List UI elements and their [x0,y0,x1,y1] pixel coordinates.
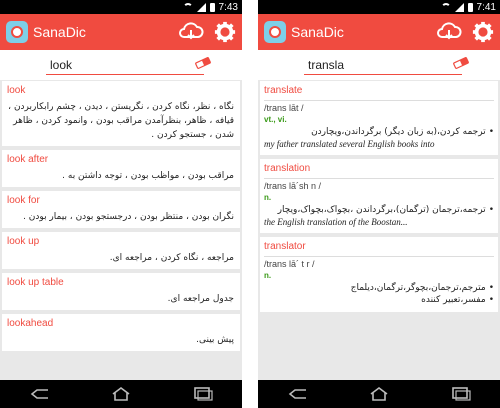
list-item[interactable]: lookahead پیش بینی. [2,314,240,351]
bullet-icon: • [488,205,494,215]
entry-translation: نگاه ، نظر، نگاه کردن ، نگریستن ، دیدن ،… [8,102,234,140]
entry-translation: نگران بودن ، منتظر بودن ، درجستجو بودن ،… [23,212,234,222]
list-item[interactable]: translate /trans lāt / vt., vi. ترجمه کر… [260,81,498,155]
wifi-icon [440,3,451,11]
results-list[interactable]: look نگاه ، نظر، نگاه کردن ، نگریستن ، د… [0,80,242,380]
entry-translation: مراقب بودن ، مواظب بودن ، توجه داشتن به … [62,171,234,181]
search-input[interactable] [304,55,462,75]
entry-part-of-speech: n. [264,193,272,202]
meaning-row: مفسر،تعبیر کننده • [264,294,494,306]
home-icon[interactable] [367,387,391,401]
entry-translation: جدول مراجعه ای. [167,294,234,304]
entry-example: the English translation of the Boostan..… [264,217,408,227]
search-bar [258,50,500,80]
meaning-row: مترجم،ترجمان،بچوگر،ترگمان،دیلماج • [264,282,494,294]
entry-part-of-speech: vt., vi. [264,115,287,124]
cloud-download-icon[interactable] [436,21,462,43]
entry-word: translator [264,241,306,252]
entry-meaning: ترجمه کردن،(به زبان دیگر) برگرداندن،ویچا… [311,127,486,137]
status-time: 7:43 [218,1,238,13]
entry-part-of-speech: n. [264,271,272,280]
status-bar: 7:41 [258,0,500,14]
battery-icon [467,2,473,12]
list-item[interactable]: look up مراجعه ، نگاه کردن ، مراجعه ای. [2,232,240,269]
back-icon[interactable] [286,387,310,401]
entry-word: look up [7,236,40,247]
signal-icon [454,2,464,12]
list-item[interactable]: look نگاه ، نظر، نگاه کردن ، نگریستن ، د… [2,81,240,146]
entry-meaning: مترجم،ترجمان،بچوگر،ترگمان،دیلماج [350,283,486,293]
entry-meaning: ترجمه،ترجمان (ترگمان)،برگرداندن ،بچواک،ب… [277,205,486,215]
gear-icon[interactable] [472,21,494,43]
divider [264,256,494,257]
phone-right: 7:41 SanaDic transla translate /trans lā… [258,0,500,408]
entry-meaning: مفسر،تعبیر کننده [421,295,486,305]
entry-word: look up table [7,277,64,288]
results-list[interactable]: translate /trans lāt / vt., vi. ترجمه کر… [258,80,500,380]
cloud-download-icon[interactable] [178,21,204,43]
home-icon[interactable] [109,387,133,401]
app-title: SanaDic [33,24,86,40]
battery-icon [209,2,215,12]
list-item[interactable]: translation /trans lā´sh n / n. ترجمه،تر… [260,159,498,233]
entry-word: translate [264,85,303,96]
phone-left: 7:43 SanaDic look look نگاه ، نظر، نگاه … [0,0,242,408]
entry-word: look for [7,195,40,206]
entry-phonetic: /trans lāt / [264,103,304,113]
eraser-icon[interactable] [452,57,470,69]
bullet-icon: • [488,127,494,137]
entry-example: my father translated several English boo… [264,139,435,149]
list-item[interactable]: look up table جدول مراجعه ای. [2,273,240,310]
app-bar: SanaDic [0,14,242,50]
entry-word: look after [7,154,49,165]
app-logo [6,21,28,43]
search-bar [0,50,242,80]
recents-icon[interactable] [448,387,472,401]
entry-phonetic: /trans lā´ t r / [264,259,315,269]
list-item[interactable]: translator /trans lā´ t r / n. مترجم،ترج… [260,237,498,312]
meaning-row: ترجمه،ترجمان (ترگمان)،برگرداندن ،بچواک،ب… [264,204,494,216]
divider [264,100,494,101]
nav-bar [0,380,242,408]
recents-icon[interactable] [190,387,214,401]
entry-translation: مراجعه ، نگاه کردن ، مراجعه ای. [109,253,234,263]
search-input[interactable] [46,55,204,75]
status-bar: 7:43 [0,0,242,14]
list-item[interactable]: look after مراقب بودن ، مواظب بودن ، توج… [2,150,240,187]
gear-icon[interactable] [214,21,236,43]
entry-phonetic: /trans lā´sh n / [264,181,322,191]
entry-word: look [7,85,26,96]
back-icon[interactable] [28,387,52,401]
app-logo [264,21,286,43]
meaning-row: ترجمه کردن،(به زبان دیگر) برگرداندن،ویچا… [264,126,494,138]
entry-word: lookahead [7,318,54,329]
status-time: 7:41 [476,1,496,13]
entry-translation: پیش بینی. [196,335,234,345]
entry-word: translation [264,163,311,174]
signal-icon [196,2,206,12]
eraser-icon[interactable] [194,57,212,69]
app-title: SanaDic [291,24,344,40]
app-bar: SanaDic [258,14,500,50]
list-item[interactable]: look for نگران بودن ، منتظر بودن ، درجست… [2,191,240,228]
divider [264,178,494,179]
nav-bar [258,380,500,408]
bullet-icon: • [488,283,494,293]
bullet-icon: • [488,295,494,305]
wifi-icon [182,3,193,11]
